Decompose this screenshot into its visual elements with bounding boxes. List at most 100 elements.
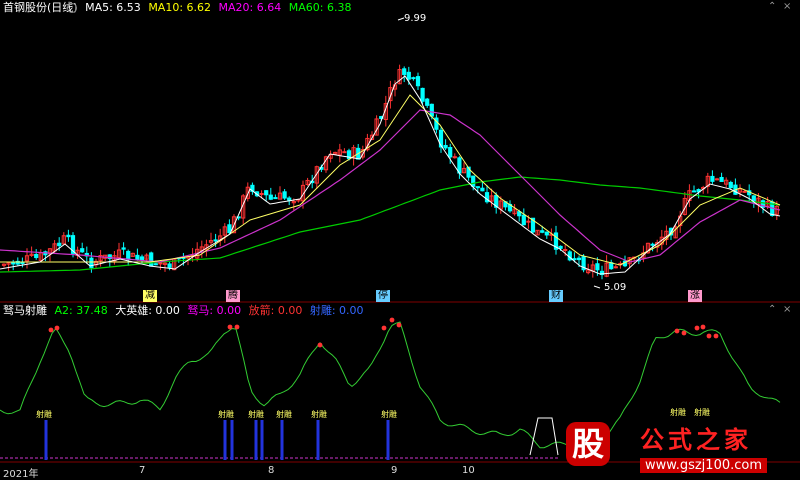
candle-body (259, 192, 264, 195)
candle-body (66, 234, 71, 238)
candle-body (121, 247, 126, 250)
candle-body (710, 175, 715, 182)
signal-bar (260, 420, 264, 460)
peak-dot (317, 342, 323, 348)
dyx-label: 大英雄: 0.00 (115, 304, 180, 317)
marker-zhang[interactable]: 涨 (688, 290, 702, 302)
candle-body (471, 175, 476, 187)
candle-body (480, 187, 485, 192)
ma5-label: MA5: 6.53 (85, 1, 141, 14)
watermark-brand: 公式之家 (640, 426, 752, 454)
candle-body (264, 190, 269, 196)
signal-label: 射雕 (276, 410, 292, 419)
peak-dot (700, 324, 706, 330)
axis-label-9: 9 (391, 465, 398, 476)
peak-dot (706, 333, 712, 339)
indicator-chevron-icon[interactable]: ⌃ (768, 304, 776, 315)
high-price-label: 9.99 (404, 13, 427, 24)
signal-label: 射雕 (218, 410, 234, 419)
marker-ting[interactable]: 停 (376, 290, 390, 302)
candle-body (425, 98, 430, 106)
signal-bracket (529, 417, 559, 456)
candle-body (415, 76, 421, 87)
candle-body (282, 191, 287, 199)
candle-body (80, 248, 85, 253)
candle-body (526, 220, 531, 223)
signal-bars (44, 417, 559, 460)
ma20-label: MA20: 6.64 (218, 1, 282, 14)
candle-body (521, 214, 526, 226)
candle-body (34, 253, 39, 259)
candle-body (406, 71, 411, 80)
sd-label: 射雕: 0.00 (309, 304, 364, 317)
close-icon[interactable]: × (783, 1, 791, 12)
peak-dot (227, 324, 233, 330)
candle-body (595, 263, 600, 271)
signal-label: 射雕 (36, 410, 52, 419)
watermark-url: www.gszj100.com (640, 458, 768, 473)
peak-dot (694, 325, 700, 331)
peak-dot (681, 330, 687, 336)
candle-body (149, 252, 154, 267)
candle-body (540, 230, 545, 233)
watermark-logo: 股 (560, 420, 616, 470)
indicator-header: 驽马射雕 A2: 37.48 大英雄: 0.00 驽马: 0.00 放箭: 0.… (3, 304, 368, 318)
candle-body (227, 224, 232, 234)
candle-body (213, 239, 218, 242)
ma60-label: MA60: 6.38 (288, 1, 352, 14)
candle-body (167, 263, 172, 268)
signal-bar (254, 420, 258, 460)
peak-dot (713, 333, 719, 339)
candle-body (452, 156, 457, 159)
marker-teng[interactable]: 腾 (226, 290, 240, 302)
signal-bar (223, 420, 227, 460)
settings-icon[interactable] (67, 3, 77, 13)
candle-body (342, 151, 347, 154)
peak-dot (396, 322, 402, 328)
peak-dot (389, 317, 395, 323)
indicator-close-icon[interactable]: × (783, 304, 791, 315)
candle-body (558, 245, 563, 249)
candle-body (443, 144, 448, 149)
signal-label: 射雕 (311, 410, 327, 419)
marker-cai[interactable]: 财 (549, 290, 563, 302)
candle-body (158, 262, 163, 265)
candle-body (613, 266, 618, 269)
ma10-label: MA10: 6.62 (148, 1, 212, 14)
peak-dot (48, 327, 54, 333)
main-header: 首钢股份(日线) MA5: 6.53 MA10: 6.62 MA20: 6.64… (3, 1, 355, 15)
signal-label: 射雕 (694, 408, 710, 417)
candle-body (273, 197, 278, 200)
candle-body (742, 190, 747, 193)
signal-label: 射雕 (670, 408, 686, 417)
a2-label: A2: 37.48 (54, 304, 108, 317)
candle-body (135, 254, 140, 261)
candle-body (544, 231, 549, 236)
peak-dot (674, 328, 680, 334)
signal-bar (44, 420, 48, 460)
marker-jian[interactable]: 减 (143, 290, 157, 302)
axis-label-7: 7 (139, 465, 146, 476)
candle-body (719, 176, 724, 182)
candle-body (411, 77, 416, 80)
axis-label-8: 8 (268, 465, 275, 476)
axis-label-10: 10 (462, 465, 475, 476)
peak-dot (54, 325, 60, 331)
candle-body (268, 194, 273, 200)
candle-body (714, 178, 720, 181)
watermark-glyph: 股 (566, 422, 610, 466)
low-arrow (593, 285, 601, 289)
nm-label: 驽马: 0.00 (187, 304, 242, 317)
candle-body (563, 248, 568, 251)
candle-body (429, 103, 434, 117)
signal-label: 射雕 (248, 410, 264, 419)
chevron-up-icon[interactable]: ⌃ (768, 1, 776, 12)
indicator-name: 驽马射雕 (3, 304, 47, 317)
peak-dot (234, 324, 240, 330)
low-price-label: 5.09 (604, 282, 627, 293)
candle-body (728, 181, 733, 189)
peak-dot (381, 325, 387, 331)
candle-body (57, 242, 62, 247)
signal-bar (386, 420, 390, 460)
signal-bar (280, 420, 284, 460)
